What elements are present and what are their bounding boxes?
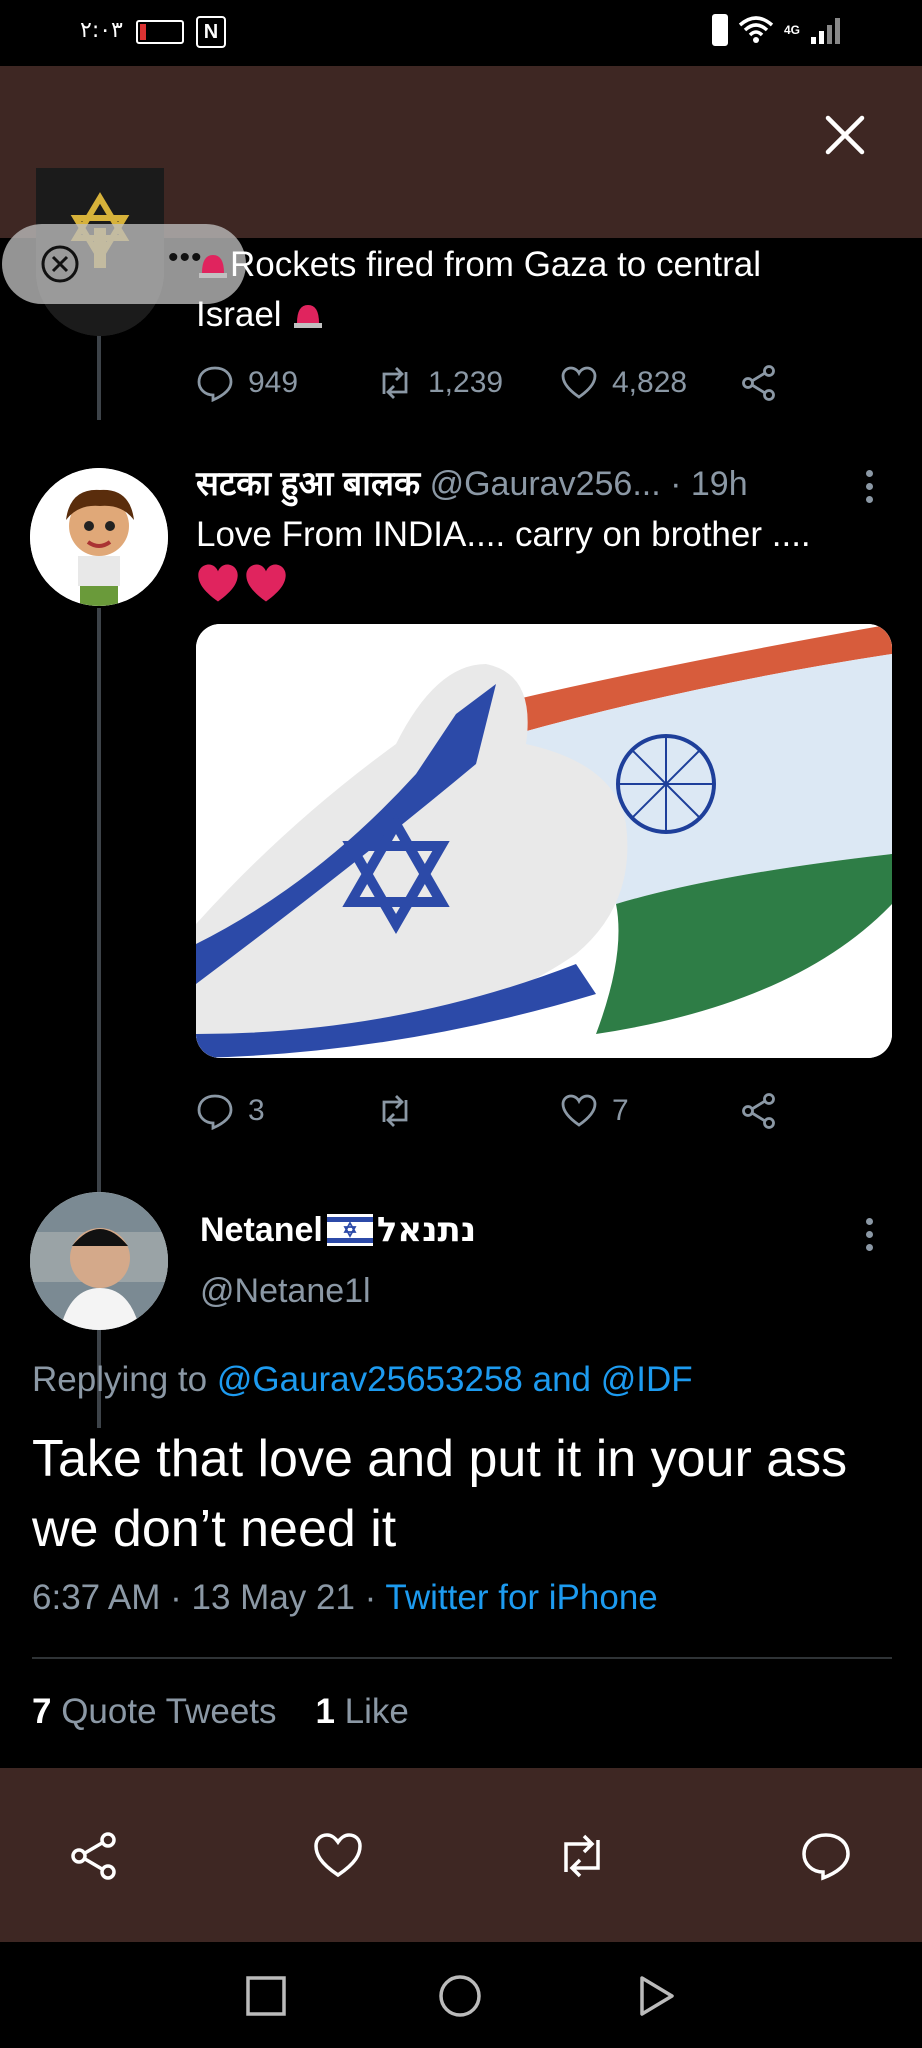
siren-emoji-icon xyxy=(199,255,227,278)
user-handle[interactable]: @Gaurav256... xyxy=(430,465,661,503)
system-nav-bar xyxy=(0,1942,922,2048)
tweet-text: Take that love and put it in your ass we… xyxy=(32,1430,848,1558)
home-circle-icon[interactable] xyxy=(438,1974,482,2018)
like-count: 7 xyxy=(612,1094,629,1127)
tweet-text-line1: Rockets fired from Gaza to central xyxy=(230,245,762,284)
battery-icon xyxy=(136,20,184,44)
nfc-icon: N xyxy=(196,16,226,48)
retweet-icon[interactable] xyxy=(556,1830,608,1882)
reply-count: 3 xyxy=(248,1094,265,1127)
replying-prefix: Replying to xyxy=(32,1360,208,1399)
display-name-latin: Netanel xyxy=(200,1210,323,1249)
back-triangle-icon[interactable] xyxy=(634,1974,678,2018)
like-action[interactable]: 7 xyxy=(560,1092,740,1130)
retweet-icon xyxy=(382,1095,408,1127)
share-icon[interactable] xyxy=(68,1830,120,1882)
israel-flag-icon xyxy=(326,1214,373,1246)
more-vertical-icon[interactable] xyxy=(866,470,874,509)
close-circle-icon[interactable] xyxy=(40,244,80,284)
tweet-media-image[interactable] xyxy=(196,624,892,1058)
reply-icon xyxy=(197,366,233,402)
share-icon xyxy=(742,365,775,401)
retweet-icon xyxy=(382,367,408,399)
wifi-icon xyxy=(738,16,774,43)
replying-to: Replying to @Gaurav25653258 and @IDF xyxy=(32,1360,693,1400)
tweet-actions: 949 1,239 4,828 xyxy=(196,364,778,402)
bottom-action-bar xyxy=(0,1768,922,1942)
quote-count: 7 xyxy=(32,1692,52,1731)
heart-icon xyxy=(561,1094,597,1127)
display-name-hebrew: נתנאל xyxy=(376,1210,477,1250)
thread-connector xyxy=(97,328,101,420)
recents-square-icon[interactable] xyxy=(244,1974,288,2018)
reply-action[interactable]: 3 xyxy=(196,1092,376,1130)
display-name[interactable]: सटका हुआ बालक xyxy=(196,465,420,503)
signal-icon xyxy=(811,18,840,44)
reply-icon[interactable] xyxy=(800,1830,852,1882)
tweet-time: · 19h xyxy=(670,465,748,503)
heart-icon xyxy=(561,366,597,399)
divider xyxy=(32,1657,892,1659)
red-heart-icon xyxy=(246,564,286,602)
retweet-count: 1,239 xyxy=(428,366,504,399)
siren-emoji-icon xyxy=(294,305,323,328)
reply-mention-link[interactable]: @IDF xyxy=(601,1360,693,1399)
quote-tweets-link[interactable]: 7 Quote Tweets xyxy=(32,1692,277,1731)
display-name[interactable]: Netanel נתנאל xyxy=(200,1210,476,1250)
reply-count: 949 xyxy=(248,366,299,399)
tweet-text: Love From INDIA.... carry on brother ...… xyxy=(196,515,811,554)
share-action[interactable] xyxy=(740,1092,778,1130)
tweet-meta: 6:37 AM · 13 May 21 · Twitter for iPhone xyxy=(32,1578,658,1618)
likes-link[interactable]: 1 Like xyxy=(315,1692,408,1731)
red-heart-icon xyxy=(198,564,238,602)
tweet-stats: 7 Quote Tweets 1 Like xyxy=(32,1692,409,1732)
close-icon[interactable] xyxy=(824,114,866,156)
battery-vertical-icon xyxy=(711,14,728,46)
retweet-action[interactable]: 1,239 xyxy=(376,364,560,402)
tweet-source-link[interactable]: Twitter for iPhone xyxy=(385,1578,657,1617)
like-icon[interactable] xyxy=(312,1830,364,1882)
avatar-netanel[interactable] xyxy=(30,1192,168,1330)
tweet-text: Rockets fired from Gaza to central Israe… xyxy=(196,240,896,340)
hearts-emoji xyxy=(196,562,288,606)
reply-and: and xyxy=(532,1360,592,1399)
reply-mention-link[interactable]: @Gaurav25653258 xyxy=(217,1360,523,1399)
like-label: Like xyxy=(344,1692,409,1731)
tweet-timestamp: 6:37 AM · 13 May 21 · xyxy=(32,1578,377,1617)
more-vertical-icon[interactable] xyxy=(866,1218,874,1257)
tweet-actions: 3 7 xyxy=(196,1092,778,1130)
like-count: 4,828 xyxy=(612,366,688,399)
status-time: ٢:٠٣ xyxy=(80,18,123,43)
user-handle[interactable]: @Netane1l xyxy=(200,1272,371,1311)
share-action[interactable] xyxy=(740,364,778,402)
share-icon xyxy=(742,1093,775,1129)
quote-label: Quote Tweets xyxy=(61,1692,277,1731)
retweet-action[interactable] xyxy=(376,1092,560,1130)
reply-icon xyxy=(197,1094,233,1130)
tweet-header: सटका हुआ बालक @Gaurav256... · 19h xyxy=(196,462,748,506)
reply-action[interactable]: 949 xyxy=(196,364,376,402)
network-type: 4G xyxy=(783,23,800,37)
like-count: 1 xyxy=(315,1692,335,1731)
status-bar: ٢:٠٣ N 4G xyxy=(0,0,922,66)
like-action[interactable]: 4,828 xyxy=(560,364,740,402)
tweet-text-line2: Israel xyxy=(196,295,282,334)
avatar-gaurav[interactable] xyxy=(30,468,168,606)
